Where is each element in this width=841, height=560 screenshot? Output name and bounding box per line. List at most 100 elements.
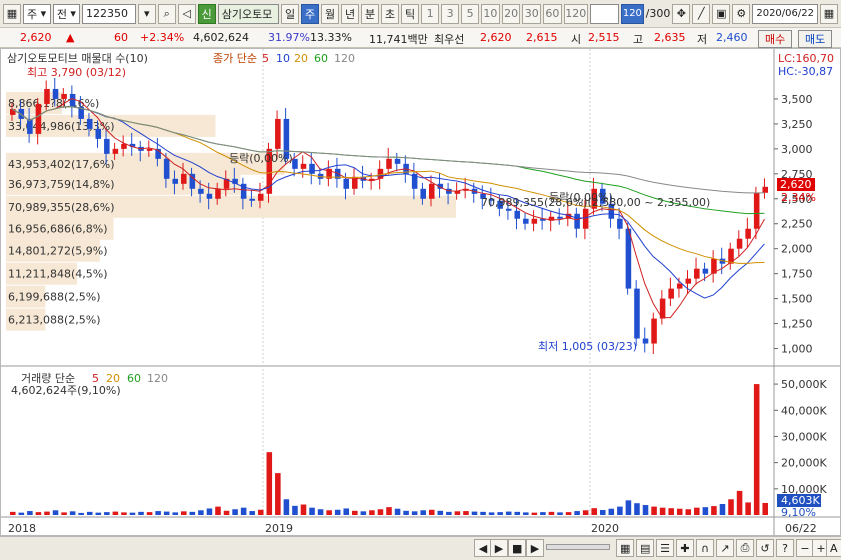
candle-body — [702, 268, 709, 274]
candle-body — [181, 173, 187, 184]
quote-strip: 2,620 ▲ 60 +2.34% 4,602,624 31.97% 13.33… — [0, 28, 841, 48]
volume-bar — [189, 511, 196, 515]
interval-20[interactable]: 20 — [501, 3, 521, 24]
best-ask: 2,620 — [480, 31, 512, 44]
interval-60[interactable]: 60 — [543, 3, 562, 24]
candle-body — [582, 208, 589, 229]
search-icon[interactable]: ⌕ — [157, 3, 176, 24]
sell-button[interactable]: 매도 — [798, 30, 833, 48]
chart-title: 삼기오토모티브 매물대 수(10) — [7, 52, 148, 65]
play-button[interactable]: ▶ — [490, 539, 508, 557]
volume-bar — [736, 490, 743, 515]
volume-bar — [309, 507, 315, 515]
candle-body — [172, 178, 179, 184]
calendar-icon[interactable]: ▦ — [819, 3, 838, 24]
profile-label: 16,956,686(6,8%) — [8, 223, 108, 236]
volume-bar — [685, 509, 692, 515]
volume-bar — [172, 512, 179, 515]
code-input[interactable]: 122350 — [81, 3, 136, 24]
arrow-icon[interactable]: ↗ — [716, 539, 734, 557]
y-tick-label: 3,250 — [781, 118, 813, 131]
hc-label: HC:-30,87 — [778, 65, 833, 78]
volume-bar — [548, 511, 555, 515]
candle-body — [386, 158, 392, 169]
ratio-pct: 13.33% — [310, 31, 352, 44]
chart-type-icon[interactable]: ▦ — [616, 539, 635, 557]
period-day[interactable]: 일 — [281, 3, 300, 24]
info-icon[interactable]: ? — [776, 539, 794, 557]
y-tick-label: 1,250 — [781, 318, 813, 331]
interval-30[interactable]: 30 — [522, 3, 542, 24]
tools-icon[interactable]: ✥ — [672, 3, 691, 24]
volume-bar — [52, 510, 59, 515]
volume-bar — [343, 508, 350, 515]
candle-body — [343, 178, 350, 189]
line-tool-icon[interactable]: ╱ — [692, 3, 711, 24]
volume-bar — [480, 511, 486, 515]
period-minute[interactable]: 분 — [361, 3, 380, 24]
volume-bar — [155, 511, 161, 515]
crosshair-icon[interactable]: ✚ — [676, 539, 694, 557]
volume-bar — [146, 512, 153, 515]
volume-bar — [428, 509, 435, 515]
date-input[interactable]: 2020/06/22 — [752, 3, 818, 24]
ma20-legend: 20 — [294, 52, 308, 65]
volume-bar — [69, 511, 76, 515]
mode-select[interactable]: 주 ▾ — [23, 3, 51, 24]
volume-bar — [557, 512, 563, 515]
settings-icon[interactable]: ⚙ — [732, 3, 751, 24]
candle-body — [694, 268, 700, 279]
volume-bar — [608, 508, 615, 515]
buy-button[interactable]: 매수 — [758, 30, 793, 48]
interval-10[interactable]: 10 — [481, 3, 500, 24]
zoom-slider[interactable] — [546, 544, 610, 550]
magnet-icon[interactable]: ∩ — [696, 539, 714, 557]
volume-bar — [676, 508, 683, 515]
volume-bar — [762, 502, 768, 515]
volume-bar — [283, 499, 290, 515]
candle-body — [292, 158, 298, 169]
volume-current: 4,602,624주(9,10%) — [11, 384, 121, 397]
volume-bar — [292, 505, 298, 515]
interval-3[interactable]: 3 — [441, 3, 460, 24]
period-second[interactable]: 초 — [381, 3, 400, 24]
chart-menu-icon[interactable]: ▦ — [3, 3, 21, 24]
speaker-icon[interactable]: ◁ — [177, 3, 196, 24]
stop-button[interactable]: ■ — [508, 539, 527, 557]
list-icon[interactable]: ☰ — [656, 539, 674, 557]
candle-body — [206, 193, 213, 199]
code-dropdown-icon[interactable]: ▾ — [137, 3, 156, 24]
high-annotation: 최고 3,790 (03/12) — [27, 66, 126, 79]
volume-bar — [257, 509, 264, 515]
interval-5[interactable]: 5 — [461, 3, 480, 24]
market-select[interactable]: 전 ▾ — [52, 3, 80, 24]
grid-icon[interactable]: ▤ — [636, 539, 655, 557]
interval-1[interactable]: 1 — [421, 3, 440, 24]
volume-bar — [719, 504, 726, 515]
volume-bar — [591, 508, 597, 515]
volume-bar — [540, 512, 546, 515]
custom-interval-input[interactable] — [589, 3, 620, 24]
period-week[interactable]: 주 — [301, 3, 320, 24]
x-label-2019: 2019 — [265, 522, 293, 535]
font-button[interactable]: A — [826, 539, 841, 557]
count-input[interactable]: 120 — [621, 3, 644, 24]
period-tick[interactable]: 틱 — [401, 3, 420, 24]
turnover-pct: 31.97% — [268, 31, 310, 44]
candle-body — [35, 103, 42, 134]
candle-body — [428, 183, 435, 199]
y-tick-label: 2,000 — [781, 243, 813, 256]
reset-icon[interactable]: ↺ — [756, 539, 774, 557]
volume-bar — [488, 512, 495, 515]
volume-bar — [249, 511, 255, 515]
save-icon[interactable]: ▣ — [712, 3, 731, 24]
up-arrow-icon: ▲ — [66, 31, 75, 44]
period-month[interactable]: 월 — [321, 3, 340, 24]
candle-body — [557, 216, 563, 219]
interval-120[interactable]: 120 — [563, 3, 588, 24]
chart-svg[interactable]: 3,5003,2503,0002,7502,5002,2502,0001,750… — [1, 49, 840, 535]
print-icon[interactable]: ⎙ — [736, 539, 754, 557]
chart-area[interactable]: 3,500 3,250 3,000 2,750 2,500 2,250 2,000 1,750… — [0, 48, 841, 536]
period-year[interactable]: 년 — [341, 3, 360, 24]
scroll-right-button[interactable]: ▶ — [526, 539, 544, 557]
